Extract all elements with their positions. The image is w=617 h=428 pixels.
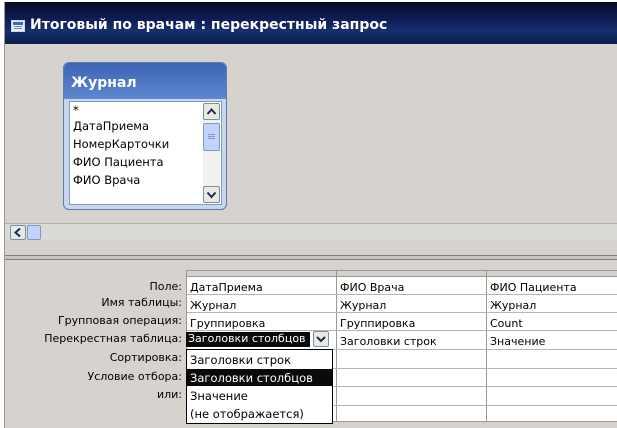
cell-field-col1[interactable]: ДатаПриема bbox=[190, 281, 263, 294]
row-label-sort: Сортировка: bbox=[109, 351, 182, 364]
chevron-left-icon bbox=[13, 227, 21, 238]
cell-field-col3[interactable]: ФИО Пациента bbox=[490, 281, 577, 294]
field-list[interactable]: * ДатаПриема НомерКарточки ФИО Пациента … bbox=[69, 101, 222, 205]
scroll-thumb[interactable] bbox=[203, 123, 220, 151]
query-icon bbox=[11, 20, 25, 32]
chevron-up-icon bbox=[206, 107, 217, 115]
row-label-group: Групповая операция: bbox=[57, 314, 182, 327]
dropdown-option-row-headings[interactable]: Заголовки строк bbox=[187, 351, 332, 368]
cell-group-col2[interactable]: Группировка bbox=[340, 317, 415, 330]
field-item-doctor[interactable]: ФИО Врача bbox=[73, 173, 140, 187]
row-label-table: Имя таблицы: bbox=[101, 296, 182, 309]
row-label-criteria: Условие отбора: bbox=[87, 370, 183, 383]
field-item-all[interactable]: * bbox=[73, 103, 79, 117]
crosstab-combo-value[interactable]: Заголовки столбцов bbox=[186, 332, 310, 347]
scroll-left-button[interactable] bbox=[10, 225, 26, 240]
dropdown-option-column-headings[interactable]: Заголовки столбцов bbox=[187, 369, 332, 386]
cell-field-col2[interactable]: ФИО Врача bbox=[340, 281, 404, 294]
grid-row-line bbox=[187, 294, 617, 295]
field-list-scrollbar[interactable] bbox=[203, 103, 220, 203]
crosstab-dropdown-list[interactable]: Заголовки строк Заголовки столбцов Значе… bbox=[186, 349, 333, 424]
cell-table-col3[interactable]: Журнал bbox=[490, 299, 536, 312]
grid-row-line bbox=[187, 312, 617, 313]
field-item-patient[interactable]: ФИО Пациента bbox=[73, 155, 164, 169]
field-item-card-number[interactable]: НомерКарточки bbox=[73, 137, 169, 151]
crosstab-combo-button[interactable] bbox=[313, 331, 329, 347]
cell-group-col3[interactable]: Count bbox=[490, 317, 523, 330]
table-field-list-journal[interactable]: Журнал * ДатаПриема НомерКарточки ФИО Па… bbox=[63, 62, 227, 210]
cell-table-col2[interactable]: Журнал bbox=[340, 299, 386, 312]
cell-table-col1[interactable]: Журнал bbox=[190, 299, 236, 312]
scroll-down-button[interactable] bbox=[203, 186, 220, 203]
grid-row-line bbox=[187, 330, 617, 331]
design-pane-horizontal-scrollbar[interactable] bbox=[5, 223, 617, 240]
table-name[interactable]: Журнал bbox=[64, 63, 226, 99]
cell-crosstab-col2[interactable]: Заголовки строк bbox=[340, 335, 437, 348]
row-label-or: или: bbox=[156, 388, 182, 401]
row-label-field: Поле: bbox=[149, 280, 182, 293]
scroll-up-button[interactable] bbox=[203, 103, 220, 120]
cell-group-col1[interactable]: Группировка bbox=[190, 317, 265, 330]
row-label-crosstab: Перекрестная таблица: bbox=[44, 332, 182, 345]
horizontal-scroll-thumb[interactable] bbox=[27, 225, 41, 240]
column-selector[interactable] bbox=[487, 271, 617, 277]
field-item-date[interactable]: ДатаПриема bbox=[73, 119, 149, 133]
table-design-pane: Журнал * ДатаПриема НомерКарточки ФИО Па… bbox=[5, 44, 617, 224]
chevron-down-icon bbox=[316, 336, 326, 343]
dropdown-option-value[interactable]: Значение bbox=[187, 387, 332, 404]
title-bar[interactable]: Итоговый по врачам : перекрестный запрос bbox=[5, 2, 617, 44]
window-title: Итоговый по врачам : перекрестный запрос bbox=[30, 17, 388, 33]
dropdown-option-not-shown[interactable]: (не отображается) bbox=[187, 405, 332, 422]
cell-crosstab-col3[interactable]: Значение bbox=[490, 335, 545, 348]
chevron-down-icon bbox=[206, 191, 217, 199]
